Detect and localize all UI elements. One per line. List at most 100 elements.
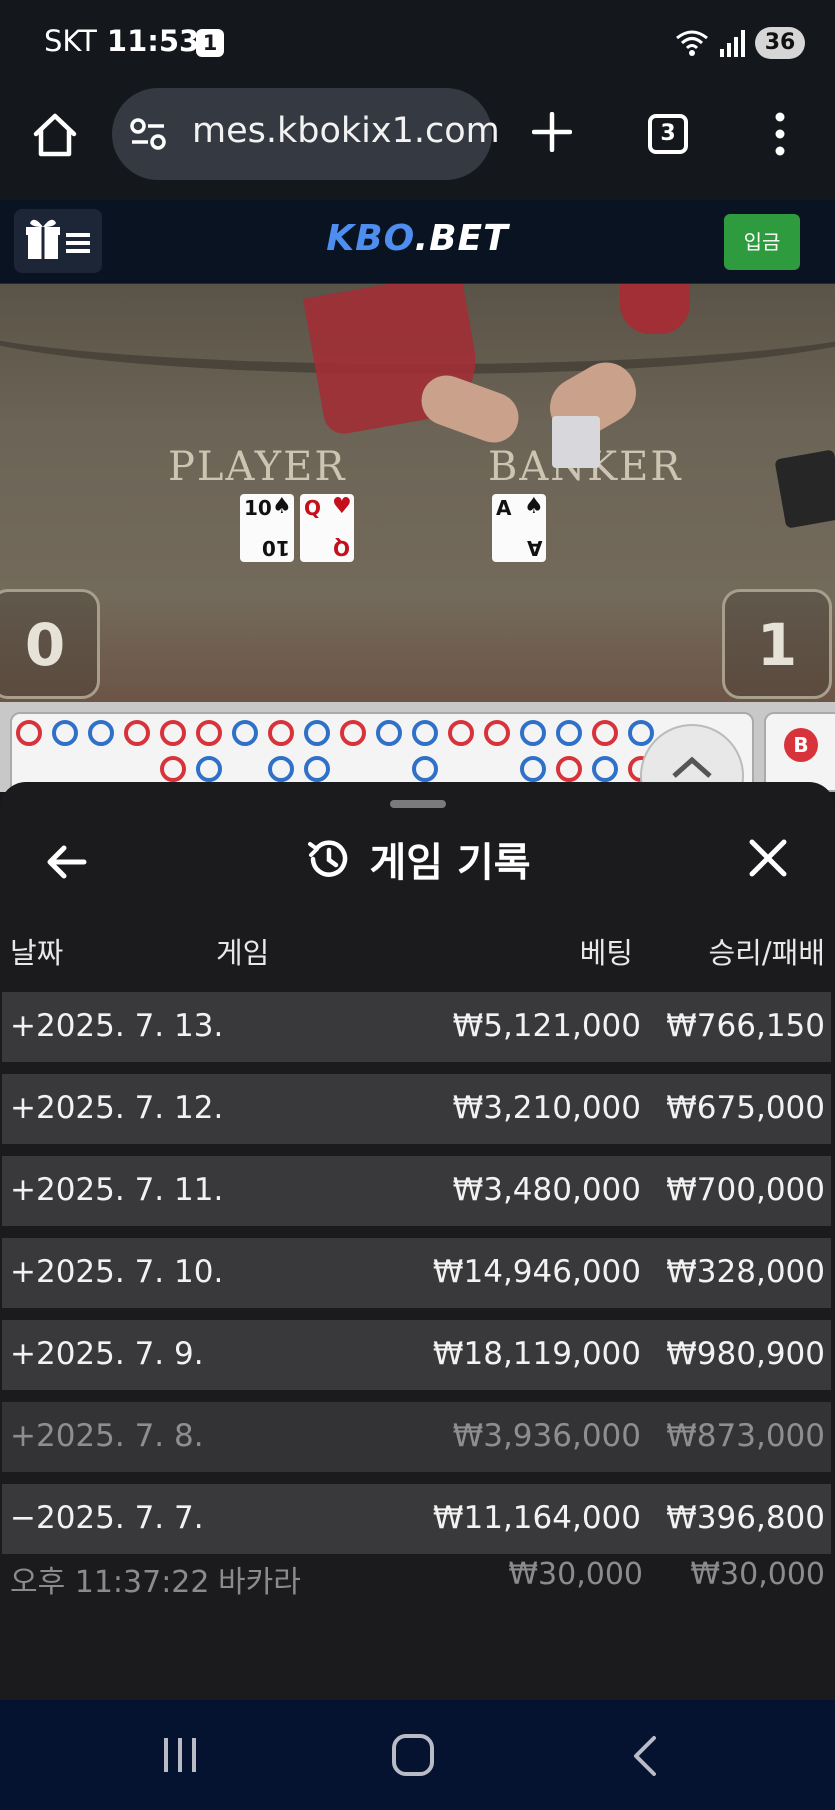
- detail-bet: ₩30,000: [508, 1557, 643, 1592]
- column-date: 날짜: [10, 936, 64, 970]
- system-nav-bar: [0, 1700, 835, 1810]
- row-result: ₩980,900: [666, 1336, 825, 1372]
- player-bead: [232, 720, 258, 746]
- row-bet: ₩3,936,000: [452, 1418, 641, 1454]
- row-bet: ₩18,119,000: [432, 1336, 641, 1372]
- url-text[interactable]: mes.kbokix1.com: [192, 111, 500, 151]
- table-row[interactable]: +2025. 7. 11. ₩3,480,000 ₩700,000: [2, 1156, 831, 1226]
- carrier-label: SKT: [44, 24, 97, 58]
- tune-icon[interactable]: [130, 118, 166, 150]
- column-bet: 베팅: [579, 936, 633, 970]
- player-bead: [592, 756, 618, 782]
- site-header: KBO.BET 입금: [0, 200, 835, 284]
- table-row[interactable]: +2025. 7. 9. ₩18,119,000 ₩980,900: [2, 1320, 831, 1390]
- row-date: +2025. 7. 10.: [10, 1254, 224, 1290]
- player-bead: [88, 720, 114, 746]
- row-date: +2025. 7. 11.: [10, 1172, 224, 1208]
- url-bar[interactable]: mes.kbokix1.com: [112, 88, 500, 180]
- row-date: +2025. 7. 12.: [10, 1090, 224, 1126]
- held-card: [552, 416, 600, 468]
- banker-bead: [268, 720, 294, 746]
- row-date: +2025. 7. 8.: [10, 1418, 204, 1454]
- row-bet: ₩3,480,000: [452, 1172, 641, 1208]
- banker-score: 1: [722, 589, 832, 699]
- detail-result: ₩30,000: [690, 1557, 825, 1592]
- nav-back-icon[interactable]: [630, 1734, 660, 1778]
- banker-bead: [340, 720, 366, 746]
- roadmap-strip: B: [0, 702, 835, 828]
- row-date: −2025. 7. 7.: [10, 1500, 204, 1536]
- table-row[interactable]: +2025. 7. 13. ₩5,121,000 ₩766,150: [2, 992, 831, 1062]
- status-icons: 36: [675, 26, 805, 60]
- status-time: 11:53: [106, 24, 200, 58]
- game-history-sheet: 게임 기록 날짜 게임 베팅 승리/패배 +2025. 7. 13. ₩5,12…: [0, 782, 835, 1700]
- player-bead: [304, 756, 330, 782]
- dealer-sleeve-right: [620, 284, 690, 334]
- row-bet: ₩14,946,000: [432, 1254, 641, 1290]
- player-card-1: 10 ♠ 10: [240, 494, 294, 562]
- table-row[interactable]: −2025. 7. 7. ₩11,164,000 ₩396,800: [2, 1484, 831, 1554]
- banker-bead: [556, 756, 582, 782]
- column-result: 승리/패배: [708, 936, 826, 970]
- player-bead: [52, 720, 78, 746]
- wifi-icon: [676, 30, 708, 56]
- player-bead: [412, 720, 438, 746]
- side-stats: B: [764, 712, 835, 792]
- banker-bead: [160, 720, 186, 746]
- nav-home-icon[interactable]: [392, 1734, 434, 1776]
- row-date: +2025. 7. 13.: [10, 1008, 224, 1044]
- more-vert-icon[interactable]: [770, 112, 790, 156]
- player-bead: [520, 756, 546, 782]
- table-row[interactable]: +2025. 7. 12. ₩3,210,000 ₩675,000: [2, 1074, 831, 1144]
- battery-indicator: 36: [755, 27, 805, 59]
- banker-bead: [448, 720, 474, 746]
- player-bead: [376, 720, 402, 746]
- home-icon[interactable]: [30, 110, 80, 160]
- logo-suffix: .BET: [414, 218, 509, 259]
- player-bead: [556, 720, 582, 746]
- banker-badge: B: [784, 728, 818, 762]
- close-icon[interactable]: [748, 838, 788, 878]
- player-card-2: Q ♥ Q: [300, 494, 354, 562]
- history-icon: [308, 840, 348, 877]
- tab-switcher-button[interactable]: 3: [648, 114, 688, 154]
- player-bead: [412, 756, 438, 782]
- row-result: ₩328,000: [666, 1254, 825, 1290]
- sheet-title: 게임 기록: [369, 840, 531, 886]
- banker-bead: [16, 720, 42, 746]
- table-row[interactable]: +2025. 7. 10. ₩14,946,000 ₩328,000: [2, 1238, 831, 1308]
- deposit-button[interactable]: 입금: [724, 214, 800, 270]
- player-score: 0: [0, 589, 100, 699]
- row-result: ₩675,000: [666, 1090, 825, 1126]
- row-result: ₩873,000: [666, 1418, 825, 1454]
- banker-bead: [484, 720, 510, 746]
- record-detail-row[interactable]: 오후 11:37:22 바카라 ₩30,000 ₩30,000: [0, 1557, 835, 1607]
- banker-bead: [160, 756, 186, 782]
- site-logo[interactable]: KBO.BET: [0, 218, 835, 259]
- table-row[interactable]: +2025. 7. 8. ₩3,936,000 ₩873,000: [2, 1402, 831, 1472]
- notification-badge: 1: [196, 29, 224, 57]
- player-bead: [520, 720, 546, 746]
- banker-bead: [592, 720, 618, 746]
- row-bet: ₩3,210,000: [452, 1090, 641, 1126]
- banker-bead: [196, 720, 222, 746]
- player-bead: [268, 756, 294, 782]
- detail-game: 바카라: [218, 1565, 301, 1600]
- player-bead: [304, 720, 330, 746]
- detail-time: 오후 11:37:22: [10, 1565, 210, 1600]
- row-bet: ₩11,164,000: [432, 1500, 641, 1536]
- browser-toolbar: mes.kbokix1.com 3: [0, 88, 835, 200]
- status-carrier: SKT 11:53: [44, 24, 199, 58]
- signal-icon: [720, 30, 745, 57]
- screen: SKT 11:53 1 36 mes.kbokix1.com 3 KBO.BET…: [0, 0, 835, 1810]
- card-shoe: [774, 449, 835, 529]
- plus-icon[interactable]: [532, 112, 572, 152]
- column-game: 게임: [216, 936, 270, 970]
- sheet-header: 게임 기록: [0, 830, 835, 890]
- drag-handle[interactable]: [390, 800, 446, 808]
- recent-apps-icon[interactable]: [160, 1736, 200, 1774]
- player-label: PLAYER: [168, 444, 347, 490]
- row-result: ₩396,800: [666, 1500, 825, 1536]
- table-header: 날짜 게임 베팅 승리/패배: [0, 930, 835, 970]
- logo-prefix: KBO: [326, 218, 415, 259]
